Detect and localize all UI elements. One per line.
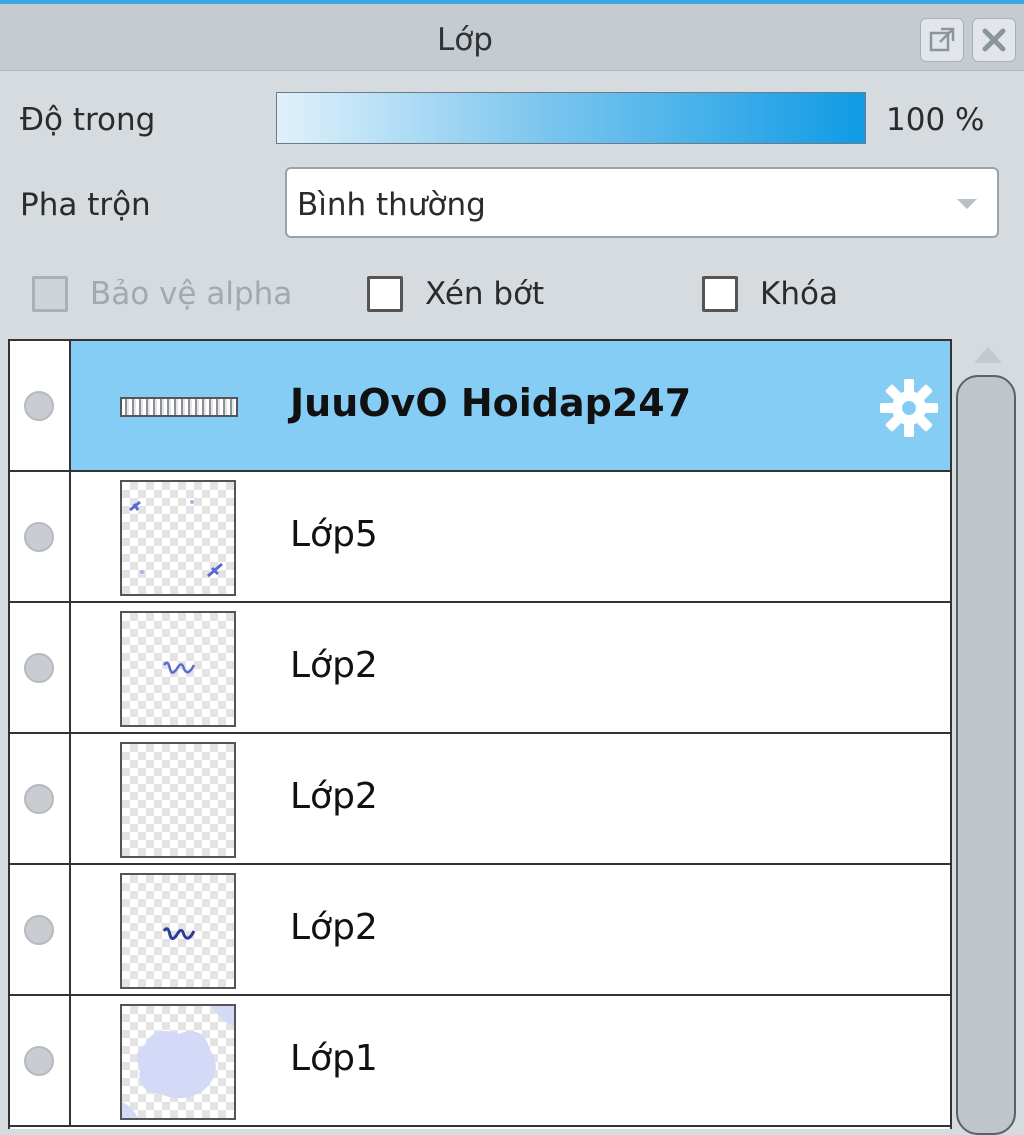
blend-mode-label: Pha trộn	[20, 187, 151, 223]
layer-name: JuuOvO Hoidap247	[290, 381, 692, 425]
thumbnail-art	[122, 1006, 234, 1118]
visibility-cell[interactable]	[10, 996, 71, 1125]
visibility-cell[interactable]	[10, 865, 71, 994]
gear-icon[interactable]	[878, 377, 940, 439]
layer-row[interactable]: Lớp5	[10, 472, 950, 603]
layer-thumbnail	[120, 1004, 236, 1120]
lock-label: Khóa	[760, 276, 838, 312]
layer-list-scrollbar[interactable]	[956, 339, 1018, 1135]
visibility-cell[interactable]	[10, 341, 71, 470]
thumbnail-art	[129, 500, 223, 578]
layer-thumbnail	[120, 397, 238, 417]
clipping-label: Xén bớt	[425, 276, 545, 312]
layer-thumbnail	[120, 611, 236, 727]
opacity-slider[interactable]	[276, 92, 866, 144]
layer-row[interactable]: Lớp1	[10, 996, 950, 1127]
lock-option[interactable]: Khóa	[702, 272, 838, 316]
visibility-cell[interactable]	[10, 734, 71, 863]
panel-titlebar[interactable]: Lớp	[0, 4, 1024, 71]
blend-mode-select[interactable]: Bình thường	[285, 167, 999, 238]
layer-name: Lớp2	[290, 776, 378, 817]
visibility-cell[interactable]	[10, 472, 71, 601]
opacity-label: Độ trong	[20, 102, 156, 138]
thumbnail-art	[162, 661, 196, 674]
blend-mode-value: Bình thường	[297, 187, 486, 223]
layer-name: Lớp1	[290, 1038, 378, 1079]
layer-thumbnail	[120, 873, 236, 989]
visibility-toggle[interactable]	[24, 391, 54, 421]
chevron-down-icon	[957, 199, 977, 209]
visibility-toggle[interactable]	[24, 653, 54, 683]
close-icon	[982, 28, 1006, 52]
opacity-value: 100 %	[886, 102, 985, 138]
popout-icon	[929, 27, 955, 52]
layer-row[interactable]: Lớp2	[10, 734, 950, 865]
scroll-up-arrow-icon[interactable]	[974, 347, 1002, 363]
visibility-toggle[interactable]	[24, 522, 54, 552]
layer-name: Lớp5	[290, 514, 378, 555]
visibility-cell[interactable]	[10, 603, 71, 732]
thumbnail-art	[162, 927, 196, 940]
visibility-toggle[interactable]	[24, 915, 54, 945]
layer-name: Lớp2	[290, 907, 378, 948]
scrollbar-thumb[interactable]	[956, 375, 1016, 1135]
clipping-option[interactable]: Xén bớt	[367, 272, 544, 316]
visibility-toggle[interactable]	[24, 784, 54, 814]
layer-thumbnail	[120, 742, 236, 858]
lock-checkbox[interactable]	[702, 276, 738, 312]
popout-button[interactable]	[920, 18, 964, 62]
layer-thumbnail	[120, 480, 236, 596]
layer-row[interactable]: Lớp2	[10, 865, 950, 996]
visibility-toggle[interactable]	[24, 1046, 54, 1076]
panel-title: Lớp	[437, 22, 493, 58]
protect-alpha-checkbox[interactable]	[32, 276, 68, 312]
protect-alpha-label: Bảo vệ alpha	[90, 276, 293, 312]
clipping-checkbox[interactable]	[367, 276, 403, 312]
layer-name: Lớp2	[290, 645, 378, 686]
close-button[interactable]	[972, 18, 1016, 62]
layer-row[interactable]: Lớp2	[10, 603, 950, 734]
layer-list[interactable]: JuuOvO Hoidap247 Lớp5 Lớp2 Lớp2 Lớp2 Lớp…	[8, 339, 952, 1129]
layer-row[interactable]: JuuOvO Hoidap247	[10, 341, 950, 472]
protect-alpha-option[interactable]: Bảo vệ alpha	[32, 272, 292, 316]
